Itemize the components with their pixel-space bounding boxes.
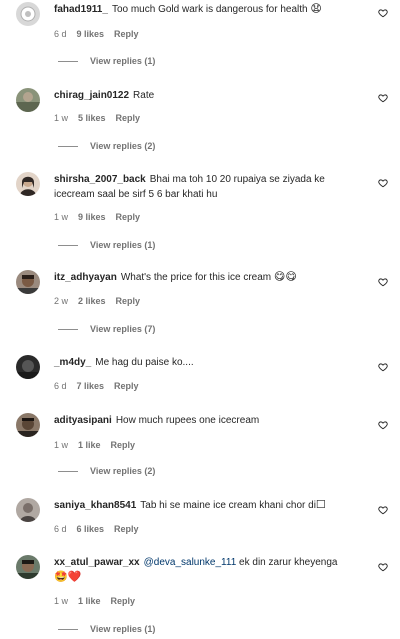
comment-meta: 6 d 9 likes Reply: [54, 28, 149, 40]
heart-outline-icon[interactable]: [378, 178, 388, 188]
comment-time: 1 w: [54, 212, 69, 222]
heart-outline-icon[interactable]: [378, 277, 388, 287]
likes-count[interactable]: 5 likes: [78, 113, 106, 123]
divider: [58, 61, 78, 63]
reply-button[interactable]: Reply: [111, 596, 136, 606]
reply-button[interactable]: Reply: [114, 381, 139, 391]
comment-username[interactable]: _m4dy_: [54, 357, 91, 368]
likes-count[interactable]: 1 like: [78, 440, 101, 450]
comment-body: What's the price for this ice cream: [120, 272, 272, 283]
heart-outline-icon[interactable]: [378, 420, 388, 430]
comment-text: itz_adhyayan What's the price for this ic…: [54, 270, 366, 285]
heart-outline-icon[interactable]: [378, 93, 388, 103]
comment-username[interactable]: shirsha_2007_back: [54, 174, 146, 185]
reply-button[interactable]: Reply: [111, 440, 136, 450]
mention-link[interactable]: @deva_salunke_111: [144, 557, 237, 568]
comment-body: ek din zarur kheyenga: [239, 557, 338, 568]
view-replies-button[interactable]: View replies (1): [58, 623, 155, 635]
comment-username[interactable]: adityasipani: [54, 415, 112, 426]
comment-body: How much rupees one icecream: [115, 415, 260, 426]
comment-text: xx_atul_pawar_xx @deva_salunke_111 ek din…: [54, 555, 366, 585]
comment-username[interactable]: chirag_jain0122: [54, 90, 129, 101]
comment-text: chirag_jain0122 Rate: [54, 88, 366, 103]
comment-meta: 1 w 9 likes Reply: [54, 211, 150, 223]
avatar[interactable]: [16, 355, 40, 379]
likes-count[interactable]: 1 like: [78, 596, 101, 606]
emoji: 🤩❤️: [54, 571, 82, 583]
comment-username[interactable]: xx_atul_pawar_xx: [54, 557, 140, 568]
emoji: 😧: [310, 3, 322, 15]
comment-meta: 1 w 1 like Reply: [54, 439, 145, 451]
comment-time: 6 d: [54, 381, 67, 391]
comment-body: Tab hi se maine ice cream khani chor di: [140, 500, 316, 511]
comment-meta: 1 w 5 likes Reply: [54, 112, 150, 124]
divider: [58, 471, 78, 473]
avatar[interactable]: [16, 88, 40, 112]
likes-count[interactable]: 9 likes: [78, 212, 106, 222]
comment-text: _m4dy_ Me hag du paise ko....: [54, 355, 366, 370]
reply-button[interactable]: Reply: [116, 296, 141, 306]
likes-count[interactable]: 7 likes: [77, 381, 105, 391]
avatar[interactable]: [16, 555, 40, 579]
comment-text: shirsha_2007_back Bhai ma toh 10 20 rupai…: [54, 172, 366, 202]
avatar[interactable]: [16, 172, 40, 196]
comment-meta: 1 w 1 like Reply: [54, 595, 145, 607]
comment-body: Me hag du paise ko....: [95, 357, 194, 368]
comment-meta: 2 w 2 likes Reply: [54, 295, 150, 307]
comment-time: 6 d: [54, 524, 67, 534]
heart-outline-icon[interactable]: [378, 362, 388, 372]
emoji: ☐: [315, 499, 326, 511]
divider: [58, 629, 78, 631]
comment-body: Too much Gold wark is dangerous for heal…: [111, 4, 308, 15]
view-replies-button[interactable]: View replies (7): [58, 323, 155, 335]
comment-text: saniya_khan8541 Tab hi se maine ice cream…: [54, 498, 366, 513]
likes-count[interactable]: 2 likes: [78, 296, 106, 306]
reply-button[interactable]: Reply: [114, 29, 139, 39]
comment-text: adityasipani How much rupees one icecream: [54, 413, 366, 428]
likes-count[interactable]: 6 likes: [77, 524, 105, 534]
avatar[interactable]: [16, 413, 40, 437]
reply-button[interactable]: Reply: [116, 212, 141, 222]
comment-meta: 6 d 7 likes Reply: [54, 380, 149, 392]
comment-time: 2 w: [54, 296, 69, 306]
comment-time: 1 w: [54, 440, 69, 450]
reply-button[interactable]: Reply: [114, 524, 139, 534]
view-replies-button[interactable]: View replies (1): [58, 239, 155, 251]
comment-username[interactable]: saniya_khan8541: [54, 500, 136, 511]
comment-time: 6 d: [54, 29, 67, 39]
view-replies-button[interactable]: View replies (2): [58, 465, 155, 477]
heart-outline-icon[interactable]: [378, 8, 388, 18]
comment-username[interactable]: itz_adhyayan: [54, 272, 117, 283]
comment-username[interactable]: fahad1911_: [54, 4, 108, 15]
divider: [58, 146, 78, 148]
avatar[interactable]: [16, 498, 40, 522]
reply-button[interactable]: Reply: [116, 113, 141, 123]
comment-body: Rate: [133, 90, 155, 101]
view-replies-button[interactable]: View replies (1): [58, 55, 155, 67]
comment-meta: 6 d 6 likes Reply: [54, 523, 149, 535]
view-replies-button[interactable]: View replies (2): [58, 140, 155, 152]
divider: [58, 329, 78, 331]
heart-outline-icon[interactable]: [378, 505, 388, 515]
avatar[interactable]: [16, 2, 40, 26]
comment-time: 1 w: [54, 596, 69, 606]
comment-time: 1 w: [54, 113, 69, 123]
divider: [58, 245, 78, 247]
emoji: 😋😋: [273, 271, 297, 283]
likes-count[interactable]: 9 likes: [77, 29, 105, 39]
avatar[interactable]: [16, 270, 40, 294]
heart-outline-icon[interactable]: [378, 562, 388, 572]
comment-text: fahad1911_ Too much Gold wark is dangerou…: [54, 2, 366, 17]
